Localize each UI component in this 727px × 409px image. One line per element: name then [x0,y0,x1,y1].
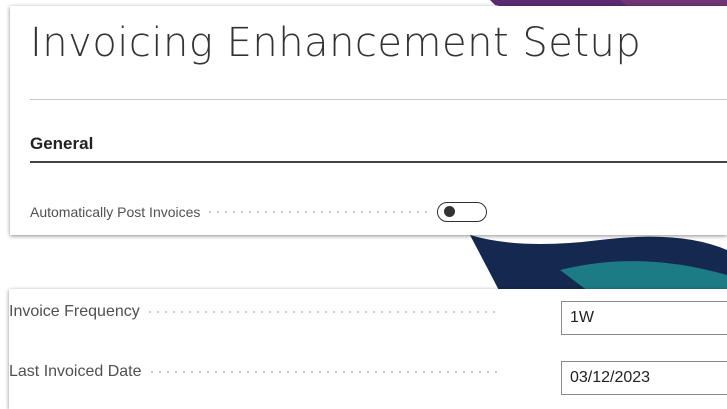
section-divider [30,161,727,163]
auto-post-label: Automatically Post Invoices [30,204,201,220]
invoice-frequency-input[interactable] [561,301,727,335]
last-invoiced-date-label: Last Invoiced Date [9,363,142,380]
field-row-last-invoiced-date: Last Invoiced Date [9,363,504,381]
section-header-general[interactable]: General [30,134,93,154]
last-invoiced-date-input[interactable] [561,361,727,395]
invoice-fields-card: Invoice Frequency Last Invoiced Date [9,289,727,409]
toggle-knob [444,206,456,217]
setup-card: Invoicing Enhancement Setup General Auto… [10,6,727,235]
dotted-leader [147,371,498,373]
auto-post-toggle[interactable] [437,202,488,222]
field-row-invoice-frequency: Invoice Frequency [9,303,502,321]
title-divider [30,99,727,100]
dotted-leader [206,211,432,213]
dotted-leader [145,311,496,313]
invoice-frequency-label: Invoice Frequency [9,303,140,320]
page-title: Invoicing Enhancement Setup [30,20,642,66]
field-row-auto-post: Automatically Post Invoices [30,200,488,224]
